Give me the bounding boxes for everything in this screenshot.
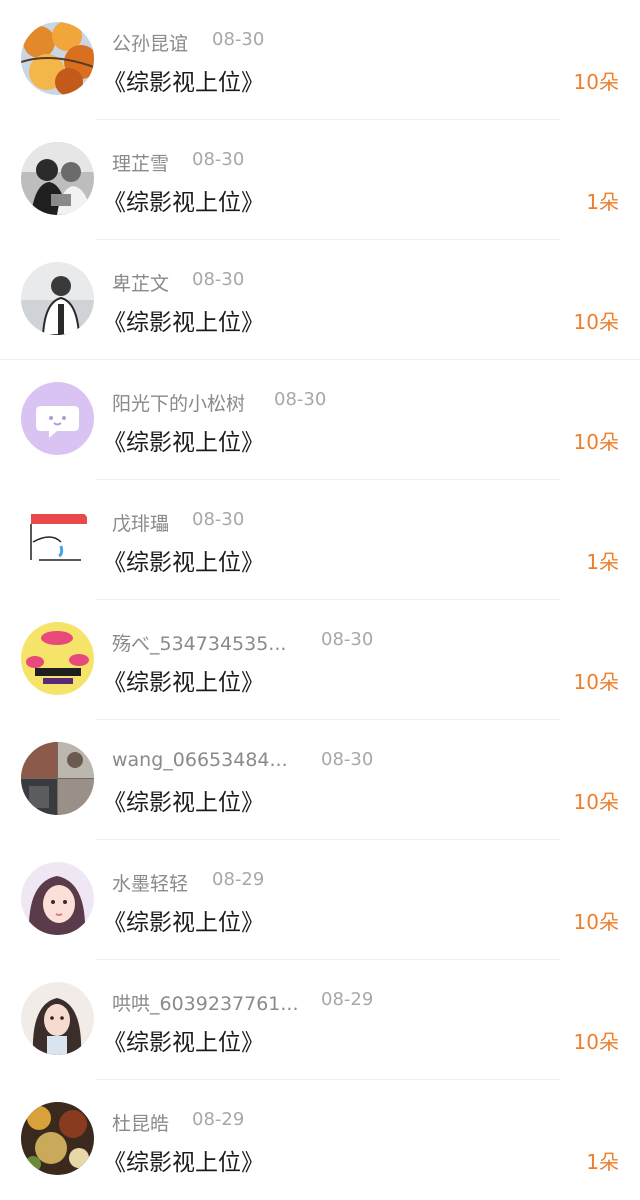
user-name[interactable]: 理芷雪 bbox=[112, 149, 169, 176]
gift-amount: 10朵 bbox=[573, 310, 619, 334]
book-title: 《综影视上位》 bbox=[103, 430, 264, 456]
list-item[interactable]: 卑芷文 08-30 《综影视上位》 10朵 bbox=[0, 240, 640, 360]
gift-date: 08-30 bbox=[192, 269, 245, 290]
book-title: 《综影视上位》 bbox=[103, 70, 264, 96]
collage-photo-avatar[interactable] bbox=[21, 742, 94, 815]
gift-amount: 10朵 bbox=[573, 670, 619, 694]
beach-boy-avatar[interactable] bbox=[21, 262, 94, 335]
gift-amount: 10朵 bbox=[573, 430, 619, 454]
gift-amount: 10朵 bbox=[573, 790, 619, 814]
user-name[interactable]: 公孙昆谊 bbox=[112, 29, 188, 56]
list-item[interactable]: 哄哄_6039237761... 08-29 《综影视上位》 10朵 bbox=[0, 960, 640, 1080]
gift-date: 08-29 bbox=[321, 989, 374, 1010]
gift-date: 08-30 bbox=[321, 749, 374, 770]
gift-amount: 10朵 bbox=[573, 910, 619, 934]
list-item[interactable]: 殇べ_534734535... 08-30 《综影视上位》 10朵 bbox=[0, 600, 640, 720]
bokeh-lights-avatar[interactable] bbox=[21, 1102, 94, 1175]
user-name[interactable]: 哄哄_6039237761... bbox=[112, 989, 299, 1016]
book-title: 《综影视上位》 bbox=[103, 790, 264, 816]
list-item[interactable]: 戊琲瓃 08-30 《综影视上位》 1朵 bbox=[0, 480, 640, 600]
user-name[interactable]: 殇べ_534734535... bbox=[112, 629, 286, 656]
book-title: 《综影视上位》 bbox=[103, 550, 264, 576]
list-item[interactable]: 杜昆皓 08-29 《综影视上位》 1朵 bbox=[0, 1080, 640, 1200]
book-title: 《综影视上位》 bbox=[103, 190, 264, 216]
gift-date: 08-29 bbox=[212, 869, 265, 890]
autumn-leaves-avatar[interactable] bbox=[21, 22, 94, 95]
love-kiss-avatar[interactable] bbox=[21, 622, 94, 695]
chat-bubble-avatar[interactable] bbox=[21, 382, 94, 455]
crying-cartoon-avatar[interactable] bbox=[21, 502, 94, 575]
user-name[interactable]: 戊琲瓃 bbox=[112, 509, 169, 536]
gift-date: 08-30 bbox=[192, 509, 245, 530]
gift-amount: 1朵 bbox=[586, 190, 619, 214]
gift-date: 08-30 bbox=[192, 149, 245, 170]
gift-date: 08-30 bbox=[212, 29, 265, 50]
user-name[interactable]: 杜昆皓 bbox=[112, 1109, 169, 1136]
gift-date: 08-30 bbox=[321, 629, 374, 650]
gift-date: 08-30 bbox=[274, 389, 327, 410]
book-title: 《综影视上位》 bbox=[103, 1030, 264, 1056]
list-item[interactable]: 阳光下的小松树 08-30 《综影视上位》 10朵 bbox=[0, 360, 640, 480]
monochrome-couple-avatar[interactable] bbox=[21, 142, 94, 215]
user-name[interactable]: wang_06653484... bbox=[112, 749, 288, 771]
user-name[interactable]: 水墨轻轻 bbox=[112, 869, 188, 896]
book-title: 《综影视上位》 bbox=[103, 310, 264, 336]
book-title: 《综影视上位》 bbox=[103, 1150, 264, 1176]
gift-amount: 10朵 bbox=[573, 70, 619, 94]
anime-girl-avatar[interactable] bbox=[21, 862, 94, 935]
list-item[interactable]: 公孙昆谊 08-30 《综影视上位》 10朵 bbox=[0, 0, 640, 120]
book-title: 《综影视上位》 bbox=[103, 910, 264, 936]
book-title: 《综影视上位》 bbox=[103, 670, 264, 696]
gift-amount: 1朵 bbox=[586, 550, 619, 574]
gift-amount: 10朵 bbox=[573, 1030, 619, 1054]
list-item[interactable]: wang_06653484... 08-30 《综影视上位》 10朵 bbox=[0, 720, 640, 840]
list-item[interactable]: 理芷雪 08-30 《综影视上位》 1朵 bbox=[0, 120, 640, 240]
user-name[interactable]: 阳光下的小松树 bbox=[112, 389, 245, 416]
gift-record-list: 公孙昆谊 08-30 《综影视上位》 10朵 理芷雪 08-30 《综影视上位》… bbox=[0, 0, 640, 1179]
girl-portrait-avatar[interactable] bbox=[21, 982, 94, 1055]
list-item[interactable]: 水墨轻轻 08-29 《综影视上位》 10朵 bbox=[0, 840, 640, 960]
gift-amount: 1朵 bbox=[586, 1150, 619, 1174]
user-name[interactable]: 卑芷文 bbox=[112, 269, 169, 296]
gift-date: 08-29 bbox=[192, 1109, 245, 1130]
